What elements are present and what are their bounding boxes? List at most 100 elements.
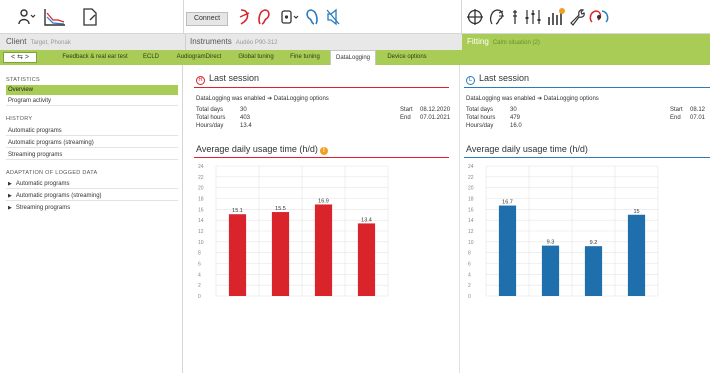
fitting-section[interactable]: Fitting Calm situation (2) bbox=[462, 34, 710, 50]
y-tick-label: 6 bbox=[468, 262, 471, 268]
connect-button[interactable]: Connect bbox=[186, 12, 228, 26]
y-tick-label: 10 bbox=[468, 240, 474, 246]
bar-value-label: 15.1 bbox=[232, 208, 243, 214]
left-session-label: Last session bbox=[479, 73, 530, 83]
left-ear-panel: L Last session DataLogging was enabled ➔ … bbox=[459, 65, 710, 373]
y-tick-label: 16 bbox=[468, 207, 474, 213]
audiogram-icon[interactable] bbox=[44, 7, 66, 27]
session-divider bbox=[194, 87, 449, 88]
sidebar-item-program-activity[interactable]: Program activity bbox=[6, 96, 178, 106]
instruments-name: Audéo P90-312 bbox=[235, 40, 278, 46]
tab-device-options[interactable]: Device options bbox=[380, 50, 434, 65]
y-tick-label: 10 bbox=[198, 240, 204, 246]
ear-red-icon[interactable] bbox=[256, 7, 272, 27]
chart-bar bbox=[498, 205, 517, 296]
stat-label: Total hours bbox=[196, 115, 226, 121]
stat-label: Total hours bbox=[466, 115, 496, 121]
y-tick-label: 24 bbox=[468, 164, 474, 170]
bar-value-label: 13.4 bbox=[361, 217, 372, 223]
warning-icon[interactable]: ! bbox=[319, 147, 328, 155]
adapt-automatic-programs[interactable]: ▶ Automatic programs bbox=[6, 179, 178, 189]
arrow-right-icon: ➔ bbox=[267, 96, 274, 102]
chart-divider bbox=[194, 157, 449, 158]
adapt-automatic-programs-streaming[interactable]: ▶ Automatic programs (streaming) bbox=[6, 191, 178, 201]
tuning-icon[interactable] bbox=[510, 7, 520, 27]
wrench-icon[interactable] bbox=[568, 7, 586, 27]
total-days-row: Total days 30 bbox=[466, 107, 517, 113]
stat-value: 13.4 bbox=[240, 123, 252, 129]
toolbar-divider-2 bbox=[461, 0, 462, 34]
nav-arrows[interactable]: < ⇆ > bbox=[3, 52, 37, 63]
bar-value-label: 9.2 bbox=[590, 240, 598, 246]
ear-blue-icon[interactable] bbox=[304, 7, 320, 27]
datalogging-options-link[interactable]: DataLogging options bbox=[274, 96, 329, 102]
y-tick-label: 18 bbox=[468, 197, 474, 203]
end-row: End 07.01 bbox=[670, 115, 705, 121]
stat-label: Total days bbox=[466, 107, 494, 113]
tab-ecld[interactable]: ECLD bbox=[138, 50, 164, 65]
target-icon[interactable] bbox=[466, 7, 484, 27]
stat-value: 479 bbox=[510, 115, 521, 121]
adapt-streaming-programs[interactable]: ▶ Streaming programs bbox=[6, 203, 178, 213]
client-section[interactable]: Client Target, Phonak bbox=[0, 34, 185, 50]
client-icon[interactable] bbox=[18, 7, 36, 27]
y-tick-label: 6 bbox=[198, 262, 201, 268]
sliders-icon[interactable] bbox=[524, 7, 542, 27]
datalogging-options-link[interactable]: DataLogging options bbox=[544, 96, 599, 102]
stat-value: 16.0 bbox=[510, 123, 522, 129]
stat-value: 08.12.2020 bbox=[420, 107, 451, 113]
chart-bar bbox=[541, 245, 560, 296]
total-hours-row: Total hours 403 bbox=[196, 115, 250, 121]
y-tick-label: 22 bbox=[198, 175, 204, 181]
tab-audiogramdirect[interactable]: AudiogramDirect bbox=[168, 50, 230, 65]
datalogging-status: DataLogging was enabled ➔ DataLogging op… bbox=[196, 95, 329, 102]
expand-triangle-icon: ▶ bbox=[8, 193, 12, 199]
chart-bar bbox=[314, 204, 333, 296]
adapt-streaming-programs-label: Streaming programs bbox=[15, 205, 71, 211]
y-tick-label: 14 bbox=[198, 218, 204, 224]
sidebar: STATISTICS Overview Program activity HIS… bbox=[0, 65, 183, 373]
stat-label: End bbox=[400, 115, 411, 121]
hours-day-row: Hours/day 13.4 bbox=[196, 123, 252, 129]
client-name: Target, Phonak bbox=[30, 40, 71, 46]
hearing-aid-red-icon[interactable] bbox=[238, 7, 252, 27]
adapt-automatic-programs-streaming-label: Automatic programs (streaming) bbox=[15, 193, 102, 199]
chart-bar bbox=[584, 246, 603, 296]
y-tick-label: 8 bbox=[468, 251, 471, 257]
instruments-section[interactable]: Instruments Audéo P90-312 bbox=[185, 34, 462, 50]
statistics-heading: STATISTICS bbox=[6, 77, 40, 83]
stat-value: 07.01.2021 bbox=[420, 115, 451, 121]
session-divider bbox=[464, 87, 710, 88]
y-tick-label: 8 bbox=[198, 251, 201, 257]
datalogging-enabled-text: DataLogging was enabled bbox=[466, 96, 536, 102]
datalog-icon[interactable] bbox=[588, 7, 610, 27]
tab-datalogging[interactable]: DataLogging bbox=[330, 50, 376, 65]
client-label: Client bbox=[6, 37, 27, 46]
end-row: End 07.01.2021 bbox=[400, 115, 450, 121]
sidebar-item-overview[interactable]: Overview bbox=[6, 85, 178, 95]
chart-title-text: Average daily usage time (h/d) bbox=[196, 144, 318, 154]
profile-icon[interactable] bbox=[488, 7, 508, 27]
stat-label: Total days bbox=[196, 107, 224, 113]
y-tick-label: 2 bbox=[468, 283, 471, 289]
y-tick-label: 22 bbox=[468, 175, 474, 181]
equalizer-icon[interactable] bbox=[546, 7, 566, 27]
document-icon[interactable] bbox=[82, 7, 98, 27]
stat-label: End bbox=[670, 115, 681, 121]
sidebar-item-automatic-programs-streaming[interactable]: Automatic programs (streaming) bbox=[6, 138, 178, 148]
no-sound-icon[interactable] bbox=[326, 7, 340, 27]
right-ear-panel: R Last session DataLogging was enabled ➔ … bbox=[184, 65, 459, 373]
stat-value: 07.01 bbox=[690, 115, 706, 121]
hours-day-row: Hours/day 16.0 bbox=[466, 123, 522, 129]
sidebar-item-streaming-programs[interactable]: Streaming programs bbox=[6, 150, 178, 160]
sidebar-item-automatic-programs[interactable]: Automatic programs bbox=[6, 126, 178, 136]
toolbar-divider bbox=[183, 0, 184, 34]
chart-bar bbox=[357, 223, 376, 296]
tab-fine-tuning[interactable]: Fine tuning bbox=[284, 50, 326, 65]
stat-label: Hours/day bbox=[196, 123, 224, 129]
program-icon[interactable] bbox=[280, 7, 300, 27]
y-tick-label: 4 bbox=[468, 272, 471, 278]
tab-feedback[interactable]: Feedback & real ear test bbox=[56, 50, 134, 65]
stat-label: Start bbox=[400, 107, 413, 113]
tab-global-tuning[interactable]: Global tuning bbox=[232, 50, 280, 65]
